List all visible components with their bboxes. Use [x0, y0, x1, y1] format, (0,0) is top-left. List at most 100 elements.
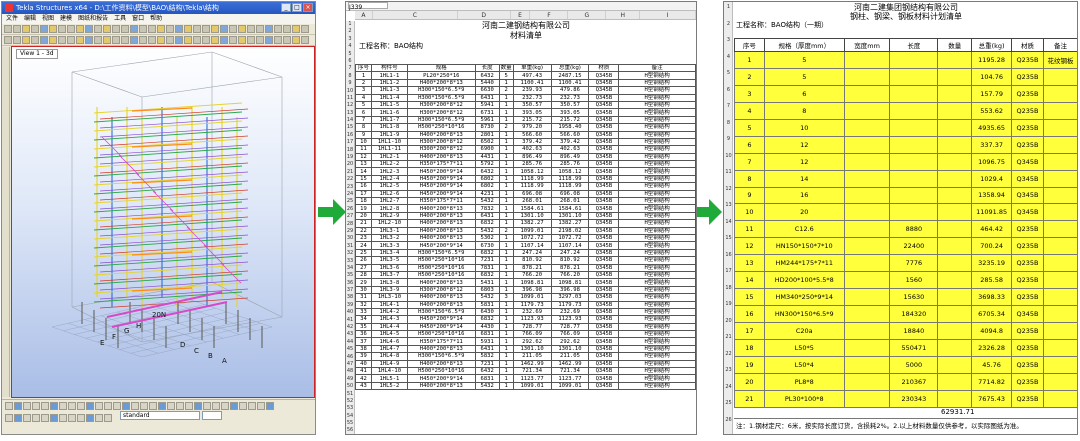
toolbar-tool-icon[interactable]: [76, 25, 84, 33]
summary-cell-length[interactable]: 210367: [889, 372, 939, 391]
summary-cell-qty[interactable]: [937, 355, 973, 374]
summary-cell-mat[interactable]: Q235B: [1011, 372, 1044, 391]
tekla-3d-view[interactable]: E F G H 20N D C B A View 1 - 3d: [11, 46, 315, 398]
snap-tool-icon[interactable]: [104, 414, 112, 422]
snap-tool-icon[interactable]: [77, 402, 85, 410]
menu-help[interactable]: 帮助: [150, 14, 162, 24]
summary-cell-note[interactable]: [1043, 118, 1077, 137]
summary-cell-no[interactable]: 17: [734, 322, 765, 340]
toolbar-tool-icon[interactable]: [157, 25, 165, 33]
summary-row[interactable]: 7 12 1096.75 Q345B: [734, 152, 1077, 171]
table-row[interactable]: 2 1HL1-2 H400*200*8*13 5440 1 1100.41 1100.41 Q…: [355, 78, 696, 88]
table-cell[interactable]: 1HL4-4: [370, 322, 408, 332]
table-cell[interactable]: 1HL4-2: [370, 307, 408, 317]
table-cell[interactable]: 1HL3-4: [370, 248, 408, 258]
toolbar-tool-icon[interactable]: [292, 36, 300, 44]
row-number[interactable]: 12: [724, 186, 733, 192]
table-cell[interactable]: H型钢结构: [618, 359, 696, 369]
table-cell[interactable]: Q345B: [588, 219, 620, 228]
steel-beam[interactable]: [99, 198, 249, 210]
table-cell[interactable]: 1HL1-8: [370, 123, 408, 132]
table-cell[interactable]: H350*175*7*11: [406, 337, 476, 346]
toolbar-tool-icon[interactable]: [256, 25, 264, 33]
table-cell[interactable]: 211.05: [550, 352, 590, 361]
summary-cell-width[interactable]: [843, 237, 891, 256]
summary-cell-spec[interactable]: HM340*250*9*14: [763, 288, 845, 307]
column-header[interactable]: 数量: [498, 63, 514, 73]
table-cell[interactable]: 6802: [474, 174, 500, 184]
toolbar-tool-icon[interactable]: [139, 36, 147, 44]
table-cell[interactable]: 7231: [474, 359, 500, 369]
table-cell[interactable]: H型钢结构: [618, 211, 696, 221]
table-row[interactable]: 16 1HL2-5 H450*200*9*14 6802 1 1118.99 1118.99…: [355, 182, 696, 191]
table-cell[interactable]: 215.72: [512, 115, 552, 125]
row-number[interactable]: 46: [346, 354, 354, 361]
table-row[interactable]: 28 1HL3-7 H500*250*10*16 6832 1 766.20 766.20 Q…: [355, 270, 696, 280]
table-cell[interactable]: 1: [498, 300, 514, 309]
summary-cell-length[interactable]: 7776: [889, 254, 939, 273]
table-cell[interactable]: 1HL1-7: [370, 115, 408, 125]
table-cell[interactable]: 1382.27: [512, 219, 552, 228]
table-cell[interactable]: H500*250*10*16: [406, 330, 476, 339]
table-cell[interactable]: 1HL2-8: [370, 204, 408, 213]
table-cell[interactable]: 766.09: [512, 330, 552, 339]
row-number[interactable]: 18: [724, 285, 733, 291]
column-header[interactable]: 长度: [889, 38, 939, 52]
snap-tool-icon[interactable]: [113, 402, 121, 410]
table-cell[interactable]: 1HL1-1: [370, 71, 408, 80]
selection-filter-combo[interactable]: standard: [120, 411, 200, 420]
table-cell[interactable]: 1: [498, 137, 514, 147]
table-cell[interactable]: 239.93: [512, 86, 552, 95]
table-cell[interactable]: 7: [355, 115, 372, 125]
table-cell[interactable]: 13: [355, 160, 372, 169]
table-cell[interactable]: Q345B: [588, 123, 620, 132]
table-cell[interactable]: 1: [498, 270, 514, 280]
table-cell[interactable]: Q345B: [588, 344, 620, 354]
row-number[interactable]: 53: [346, 405, 354, 412]
table-cell[interactable]: 1301.10: [512, 211, 552, 221]
table-cell[interactable]: Q345B: [588, 189, 620, 199]
table-cell[interactable]: 1HL1-3: [370, 86, 408, 95]
table-cell[interactable]: 1099.01: [512, 381, 552, 391]
table-cell[interactable]: 4: [355, 93, 372, 102]
toolbar-tool-icon[interactable]: [85, 36, 93, 44]
summary-cell-qty[interactable]: [937, 135, 973, 154]
row-number[interactable]: 33: [346, 258, 354, 265]
toolbar-tool-icon[interactable]: [94, 36, 102, 44]
summary-cell-note[interactable]: [1043, 355, 1077, 374]
summary-cell-width[interactable]: [843, 322, 891, 340]
toolbar-tool-icon[interactable]: [175, 36, 183, 44]
table-cell[interactable]: 696.08: [550, 189, 590, 199]
table-cell[interactable]: 247.24: [550, 248, 590, 258]
table-cell[interactable]: H型钢结构: [618, 204, 696, 213]
table-row[interactable]: 7 1HL1-7 H300*150*6.5*9 5961 1 215.72 215.72 Q3…: [355, 115, 696, 125]
summary-cell-no[interactable]: 21: [734, 389, 765, 408]
table-cell[interactable]: 766.20: [550, 270, 590, 280]
steel-beam[interactable]: [93, 165, 243, 177]
table-cell[interactable]: 979.20: [512, 123, 552, 132]
row-number[interactable]: 31: [346, 243, 354, 250]
summary-cell-width[interactable]: [843, 254, 891, 273]
table-cell[interactable]: H型钢结构: [618, 233, 696, 243]
table-cell[interactable]: 31: [355, 293, 372, 302]
table-cell[interactable]: 1HL3-1: [370, 226, 408, 236]
steel-beam[interactable]: [93, 201, 243, 213]
table-cell[interactable]: 1058.12: [512, 167, 552, 176]
table-cell[interactable]: 393.05: [550, 108, 590, 117]
table-cell[interactable]: 1HL4-6: [370, 337, 408, 346]
table-cell[interactable]: 1HL1-10: [370, 137, 408, 147]
steel-beam[interactable]: [93, 192, 243, 204]
table-cell[interactable]: 5440: [474, 78, 500, 88]
table-cell[interactable]: H500*250*10*16: [406, 270, 476, 280]
table-cell[interactable]: Q345B: [588, 78, 620, 88]
table-cell[interactable]: 1179.73: [512, 300, 552, 309]
column-header[interactable]: 数量: [937, 38, 973, 52]
summary-cell-width[interactable]: [843, 135, 891, 154]
summary-cell-weight[interactable]: 104.76: [971, 67, 1013, 86]
table-cell[interactable]: 728.77: [550, 322, 590, 332]
row-number[interactable]: 8: [346, 73, 354, 80]
table-cell[interactable]: 350.57: [550, 100, 590, 110]
row-number[interactable]: 34: [346, 265, 354, 272]
table-cell[interactable]: Q345B: [588, 366, 620, 376]
table-cell[interactable]: 1: [498, 366, 514, 376]
